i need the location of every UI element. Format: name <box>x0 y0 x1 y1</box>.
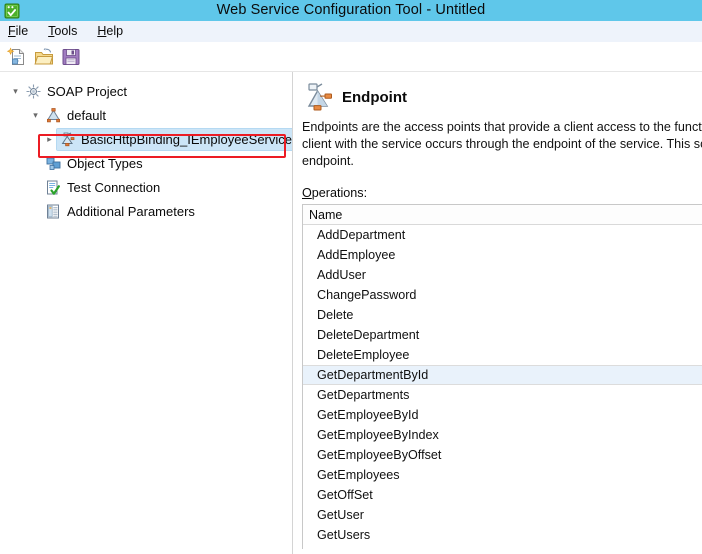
operation-row[interactable]: GetDepartmentById <box>303 365 702 385</box>
menu-bar: File Tools Help <box>0 21 702 42</box>
tree-node-basichttpbinding-iemployeeservice[interactable]: ▸ BasicHttpBinding_IEmployeeService <box>0 127 292 151</box>
operation-name: GetOffSet <box>317 488 373 502</box>
open-folder-icon[interactable] <box>33 46 55 68</box>
chevron-right-icon[interactable]: ▸ <box>42 134 57 144</box>
endpoint-small-icon <box>59 131 76 148</box>
menu-item-file[interactable]: File <box>6 24 37 38</box>
operation-row[interactable]: AddEmployee <box>303 245 702 265</box>
operation-row[interactable]: GetDepartments <box>303 385 702 405</box>
menu-item-help-label: elp <box>106 24 124 38</box>
window-title: Web Service Configuration Tool - Untitle… <box>216 2 486 18</box>
operation-row[interactable]: AddDepartment <box>303 225 702 245</box>
menu-item-tools-label: ools <box>54 24 78 38</box>
operation-name: DeleteEmployee <box>317 348 410 362</box>
operation-row[interactable]: GetEmployeeByOffset <box>303 445 702 465</box>
operation-name: AddDepartment <box>317 228 406 242</box>
operation-name: AddUser <box>317 268 366 282</box>
operation-name: AddEmployee <box>317 248 396 262</box>
operation-row[interactable]: GetEmployees <box>303 465 702 485</box>
operation-row[interactable]: Delete <box>303 305 702 325</box>
application-window: Web Service Configuration Tool - Untitle… <box>0 0 702 554</box>
operation-row[interactable]: DeleteEmployee <box>303 345 702 365</box>
tree-node-additional-parameters[interactable]: ▸ Additional Parameters <box>0 199 292 223</box>
new-document-icon[interactable] <box>6 46 28 68</box>
endpoint-large-icon <box>302 81 334 113</box>
page-title: Endpoint <box>342 88 407 106</box>
detail-panel: Endpoint Endpoints are the access points… <box>293 72 702 554</box>
operations-list[interactable]: Name AddDepartment AddEmployee AddUser Chan… <box>302 204 702 549</box>
column-header-name[interactable]: Name <box>303 208 342 222</box>
operation-name: Delete <box>317 308 354 322</box>
operation-name: GetEmployeeByOffset <box>317 448 442 462</box>
chevron-down-icon[interactable]: ▾ <box>28 110 43 120</box>
operation-name: GetUser <box>317 508 364 522</box>
binding-default-icon <box>45 107 62 124</box>
menu-item-tools[interactable]: Tools <box>46 24 86 38</box>
chevron-down-icon[interactable]: ▾ <box>8 86 23 96</box>
detail-header: Endpoint <box>302 81 702 113</box>
operation-name: ChangePassword <box>317 288 417 302</box>
operations-rows-container: AddDepartment AddEmployee AddUser ChangePas… <box>303 225 702 545</box>
operation-row[interactable]: GetUser <box>303 505 702 525</box>
operation-row[interactable]: AddUser <box>303 265 702 285</box>
operation-row[interactable]: GetEmployeeById <box>303 405 702 425</box>
operation-row[interactable]: ChangePassword <box>303 285 702 305</box>
tree-node-label: Object Types <box>67 155 143 171</box>
twisty-placeholder: ▸ <box>28 159 43 168</box>
operations-label-text: perations: <box>311 186 368 200</box>
menu-item-file-label: ile <box>15 24 29 38</box>
operation-row[interactable]: GetEmployeeByIndex <box>303 425 702 445</box>
title-bar: Web Service Configuration Tool - Untitle… <box>0 0 702 21</box>
operation-name: GetEmployeeById <box>317 408 419 422</box>
tree-node-object-types[interactable]: ▸ Object Types <box>0 151 292 175</box>
operation-row[interactable]: GetUsers <box>303 525 702 545</box>
operation-row[interactable]: DeleteDepartment <box>303 325 702 345</box>
tree-node-label: Additional Parameters <box>67 203 195 219</box>
operations-list-header: Name <box>303 205 702 225</box>
tree-node-test-connection[interactable]: ▸ Test Connection <box>0 175 292 199</box>
operation-name: GetDepartments <box>317 388 410 402</box>
tree-node-label: SOAP Project <box>47 83 127 99</box>
test-connection-icon <box>45 179 62 196</box>
additional-parameters-icon <box>45 203 62 220</box>
operation-name: DeleteDepartment <box>317 328 420 342</box>
soap-project-icon <box>25 83 42 100</box>
main-body: ▾ SOAP Project ▾ default ▸ BasicHttpBind… <box>0 72 702 554</box>
operation-name: GetEmployeeByIndex <box>317 428 439 442</box>
toolbar <box>0 42 702 72</box>
endpoint-description: Endpoints are the access points that pro… <box>302 120 702 168</box>
operation-name: GetEmployees <box>317 468 400 482</box>
tree-node-soap-project[interactable]: ▾ SOAP Project <box>0 79 292 103</box>
save-floppy-icon[interactable] <box>60 46 82 68</box>
operation-name: GetUsers <box>317 528 371 542</box>
tree-node-default[interactable]: ▾ default <box>0 103 292 127</box>
menu-item-help[interactable]: Help <box>95 24 132 38</box>
object-types-icon <box>45 155 62 172</box>
twisty-placeholder: ▸ <box>28 207 43 216</box>
twisty-placeholder: ▸ <box>28 183 43 192</box>
tree-node-label: Test Connection <box>67 179 161 195</box>
operation-name: GetDepartmentById <box>317 368 429 382</box>
operation-row[interactable]: GetOffSet <box>303 485 702 505</box>
tree-node-label: BasicHttpBinding_IEmployeeService <box>81 131 292 147</box>
navigation-tree: ▾ SOAP Project ▾ default ▸ BasicHttpBind… <box>0 72 292 554</box>
tree-node-label: default <box>67 107 107 123</box>
operations-label: Operations: <box>302 186 368 200</box>
